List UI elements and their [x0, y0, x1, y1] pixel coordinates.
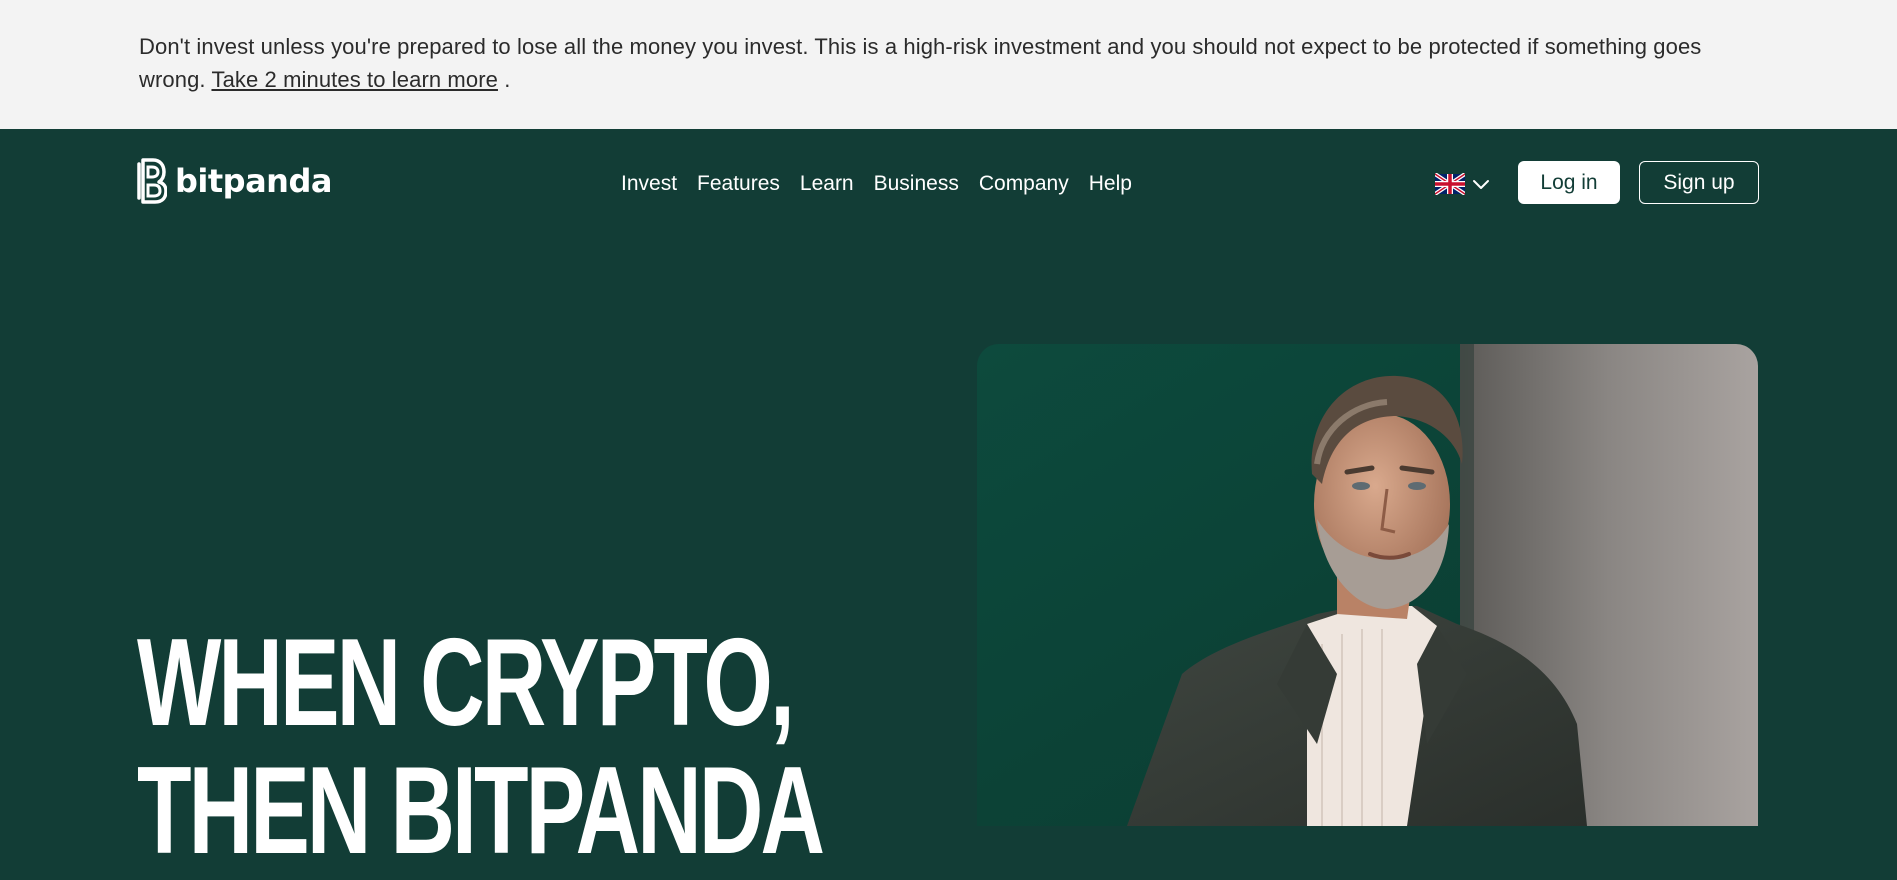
language-selector[interactable] [1435, 169, 1491, 199]
bitpanda-logo-icon [137, 158, 167, 204]
hero-section: bitpanda Invest Features Learn Business … [0, 129, 1897, 875]
chevron-down-icon [1473, 180, 1489, 189]
nav-item-company[interactable]: Company [979, 169, 1069, 199]
uk-flag-icon [1435, 173, 1465, 195]
hero-headline-line-2: THEN BITPANDA [137, 742, 825, 880]
risk-warning-text: Don't invest unless you're prepared to l… [139, 30, 1739, 96]
risk-warning-banner: Don't invest unless you're prepared to l… [0, 0, 1897, 129]
signup-button[interactable]: Sign up [1639, 161, 1759, 204]
risk-warning-suffix: . [504, 67, 511, 92]
main-nav: Invest Features Learn Business Company H… [621, 169, 1132, 199]
nav-item-help[interactable]: Help [1089, 169, 1132, 199]
hero-portrait-image [977, 344, 1758, 826]
logo-wordmark: bitpanda [175, 162, 332, 200]
nav-item-features[interactable]: Features [697, 169, 780, 199]
hero-headline-line-1: WHEN CRYPTO, [137, 614, 795, 752]
login-button[interactable]: Log in [1518, 161, 1620, 204]
nav-item-invest[interactable]: Invest [621, 169, 677, 199]
portrait-illustration [977, 344, 1758, 826]
bitpanda-logo[interactable]: bitpanda [137, 158, 332, 204]
nav-item-business[interactable]: Business [874, 169, 959, 199]
hero-headline: WHEN CRYPTO, THEN BITPANDA [137, 614, 825, 880]
nav-item-learn[interactable]: Learn [800, 169, 854, 199]
learn-more-link[interactable]: Take 2 minutes to learn more [211, 67, 498, 92]
